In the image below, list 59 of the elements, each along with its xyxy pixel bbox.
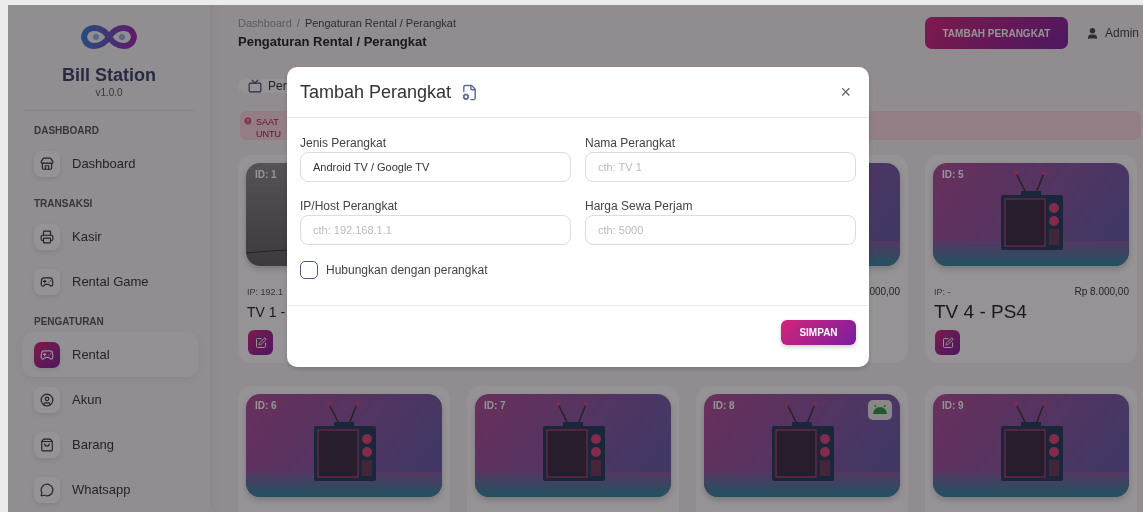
- save-button[interactable]: SIMPAN: [781, 320, 856, 345]
- breadcrumb-separator: /: [296, 16, 300, 31]
- edit-button[interactable]: [248, 330, 273, 355]
- field-label: IP/Host Perangkat: [300, 198, 399, 215]
- edit-icon: [941, 336, 954, 349]
- chat-bubble-icon: [34, 476, 60, 503]
- input-field[interactable]: Android TV / Google TV: [300, 152, 571, 182]
- field-label: Harga Sewa Perjam: [585, 198, 694, 215]
- tab[interactable]: Per: [268, 79, 287, 93]
- sidebar-item[interactable]: Kasir: [22, 214, 198, 259]
- gamepad-icon: [34, 341, 60, 368]
- sidebar-item[interactable]: Barang: [22, 422, 198, 467]
- ip-label: IP: -: [934, 286, 951, 299]
- device-name: TV 1 -: [246, 303, 287, 322]
- add-device-button[interactable]: TAMBAH PERANGKAT: [925, 17, 1068, 49]
- sidebar-item[interactable]: Dashboard: [22, 141, 198, 186]
- breadcrumb-link[interactable]: Pengaturan Rental / Perangkat: [304, 14, 456, 32]
- sidebar-item[interactable]: Whatsapp: [22, 467, 198, 512]
- app-name: Bill Station: [62, 64, 156, 86]
- price-label: Rp 8.000,00: [1074, 285, 1129, 299]
- version-label: v1.0.0: [95, 86, 123, 100]
- modal-title: Tambah Perangkat: [300, 81, 452, 103]
- id-label: ID: 9: [942, 400, 964, 411]
- field-label: Jenis Perangkat: [300, 135, 388, 152]
- field-label: Nama Perangkat: [585, 135, 677, 152]
- id-label: ID: 6: [255, 400, 277, 411]
- alert-text: SAAT UNTU: [256, 116, 281, 140]
- shopping-bag-icon: [34, 431, 60, 458]
- id-label: ID: 5: [942, 169, 964, 180]
- ip-label: IP: 192.1: [247, 286, 284, 299]
- id-label: ID: 7: [484, 400, 506, 411]
- input-field[interactable]: cth: 5000: [585, 215, 856, 245]
- checkbox-label: Hubungkan dengan perangkat: [326, 263, 488, 277]
- input-field[interactable]: cth: 192.168.1.1: [300, 215, 571, 245]
- input-field[interactable]: cth: TV 1: [585, 152, 856, 182]
- page-title: Pengaturan Rental / Perangkat: [238, 33, 428, 51]
- sidebar-item[interactable]: Rental Game: [22, 259, 198, 304]
- android-badge-icon: [868, 400, 892, 420]
- gamepad-icon: [34, 268, 60, 295]
- checkbox[interactable]: [300, 261, 318, 279]
- section-title: PENGATURAN: [33, 315, 105, 329]
- tv-icon: [248, 79, 262, 93]
- device-name: TV 4 - PS4: [933, 300, 1028, 324]
- user-icon: [1086, 26, 1099, 40]
- store-icon: [34, 150, 60, 177]
- close-button[interactable]: ×: [836, 81, 855, 103]
- sidebar-item[interactable]: Akun: [22, 377, 198, 422]
- printer-icon: [34, 223, 60, 250]
- alert-icon: [243, 116, 253, 126]
- price-label: 000,00: [869, 285, 900, 299]
- id-label: ID: 1: [255, 169, 277, 180]
- file-gear-icon: [461, 83, 479, 101]
- user-menu[interactable]: Admin: [1086, 26, 1139, 40]
- section-title: TRANSAKSI: [33, 197, 94, 211]
- sidebar-item[interactable]: Rental: [22, 332, 198, 377]
- edit-icon: [254, 336, 267, 349]
- id-label: ID: 8: [713, 400, 735, 411]
- section-title: DASHBOARD: [33, 124, 100, 138]
- edit-button[interactable]: [935, 330, 960, 355]
